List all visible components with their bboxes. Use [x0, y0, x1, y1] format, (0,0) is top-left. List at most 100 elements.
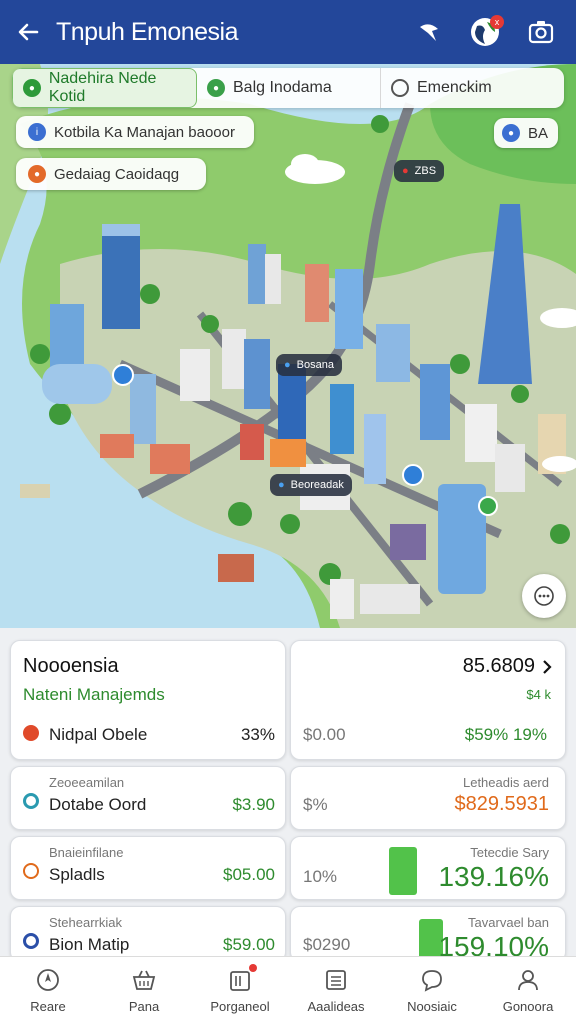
filter-chip-2[interactable]: ● Balg Inodama	[197, 68, 381, 108]
item-value: 139.16%	[438, 861, 549, 892]
map-pin-blue[interactable]	[402, 464, 424, 486]
list-icon	[326, 970, 346, 990]
compass-icon	[37, 969, 59, 991]
map-pin-green[interactable]	[478, 496, 498, 516]
nav-item-porganeol[interactable]: Porganeol	[192, 957, 288, 1024]
filter-chip-3[interactable]: Emenckim	[381, 68, 564, 108]
list-card-3[interactable]: Bnaieinfilane Spladls $05.00	[10, 836, 286, 900]
info-pill-2[interactable]: ● Gedaiag Caoidaqg	[16, 158, 206, 190]
list-card-2[interactable]: $% Letheadis aerd $829.5931	[290, 766, 566, 830]
marker-icon: ●	[284, 359, 291, 371]
leaf-icon: ●	[23, 79, 41, 97]
circle-icon	[391, 79, 409, 97]
basket-icon	[132, 970, 156, 990]
filter-chip-label: Emenckim	[417, 79, 492, 96]
list-card-6[interactable]: $0290 Tavarvael ban 159.10%	[290, 906, 566, 962]
item-value: $05.00	[223, 865, 275, 884]
filter-chip-label: Balg Inodama	[233, 79, 332, 96]
status-icon	[23, 793, 39, 809]
more-icon	[534, 586, 554, 606]
page-title: Tnpuh Emonesia	[56, 17, 239, 46]
settings-camera-button[interactable]	[524, 15, 558, 49]
item-label: Spladls	[49, 865, 105, 884]
map-illustration	[0, 64, 576, 628]
item-caption: Letheadis aerd	[462, 775, 549, 790]
item-caption: Stehearrkiak	[49, 915, 122, 930]
chevron-right-icon	[543, 660, 552, 674]
map-filter-bar: ● Nadehira Nede Kotid ● Balg Inodama Eme…	[12, 68, 564, 108]
back-arrow-icon	[18, 23, 39, 41]
notification-badge: x	[490, 15, 504, 29]
nav-item-aaalideas[interactable]: Aaalideas	[288, 957, 384, 1024]
nav-label: Gonoora	[502, 999, 554, 1014]
map-marker-top[interactable]: ● ZBS	[394, 160, 445, 182]
map-options-button[interactable]	[522, 574, 566, 618]
info-icon: i	[28, 123, 46, 141]
list-card-5[interactable]: Stehearrkiak Bion Matip $59.00	[10, 906, 286, 962]
nav-label: Noosiaic	[407, 999, 457, 1014]
map-marker-lower[interactable]: ● Beoreadak	[270, 474, 352, 496]
balance-value: 85.6809	[462, 655, 535, 677]
nav-label: Reare	[30, 999, 66, 1014]
filter-chip-label: Nadehira Nede Kotid	[48, 70, 157, 105]
nav-label: Pana	[128, 999, 160, 1014]
status-icon	[23, 863, 39, 879]
balance-sub: $4 k	[526, 687, 551, 702]
nav-item-pana[interactable]: Pana	[96, 957, 192, 1024]
city-map[interactable]: ● Nadehira Nede Kotid ● Balg Inodama Eme…	[0, 64, 576, 628]
summary-panel: Noooensia Nateni Manajemds Nidpal Obele …	[0, 628, 576, 962]
item-value: $59.00	[223, 935, 275, 954]
item-caption: Tetecdie Sary	[470, 845, 549, 860]
item-left: $%	[303, 795, 328, 814]
notification-dot	[249, 964, 257, 972]
list-card-1[interactable]: Zeoeeamilan Dotabe Oord $3.90	[10, 766, 286, 830]
item-caption: Zeoeeamilan	[49, 775, 125, 790]
nav-label: Aaalideas	[307, 999, 365, 1014]
marker-icon: ●	[402, 165, 409, 177]
nav-item-noosiaic[interactable]: Noosiaic	[384, 957, 480, 1024]
filter-chip-1[interactable]: ● Nadehira Nede Kotid	[12, 68, 197, 108]
marker-icon: ●	[278, 479, 285, 491]
globe-button[interactable]: x	[468, 15, 504, 49]
nav-label: Porganeol	[210, 999, 270, 1014]
bottom-navigation: Reare Pana Porganeol Aaalideas Noosiaic …	[0, 956, 576, 1024]
item-label: Dotabe Oord	[49, 795, 147, 814]
info-pill-label: Kotbila Ka Manajan baooor	[54, 123, 235, 141]
settings-camera-icon	[528, 21, 554, 44]
location-pin-icon	[23, 725, 39, 741]
layers-icon: ●	[502, 124, 520, 142]
search-location-button[interactable]	[412, 15, 446, 49]
layer-toggle[interactable]: ● BA	[494, 118, 558, 148]
balance-card[interactable]: 85.6809 $4 k $0.00 $59% 19%	[290, 640, 566, 760]
location-pin-icon: ●	[28, 165, 46, 183]
search-location-icon	[420, 24, 438, 41]
layer-toggle-label: BA	[528, 124, 549, 142]
overview-card[interactable]: Noooensia Nateni Manajemds Nidpal Obele …	[10, 640, 286, 760]
marker-label: Bosana	[296, 359, 334, 371]
calendar-icon-wrap	[227, 964, 257, 993]
item-left: 10%	[303, 867, 338, 886]
nav-item-gonoora[interactable]: Gonoora	[480, 957, 576, 1024]
status-icon	[23, 933, 39, 949]
item-caption: Tavarvael ban	[468, 915, 549, 930]
item-label: Bion Matip	[49, 935, 130, 954]
map-marker-center[interactable]: ● Bosana	[276, 354, 342, 376]
person-icon	[518, 970, 538, 991]
map-pin-blue[interactable]	[112, 364, 134, 386]
left-value: $0.00	[303, 725, 346, 744]
item-value: $3.90	[232, 795, 275, 814]
nav-item-reare[interactable]: Reare	[0, 957, 96, 1024]
item-left: $0290	[303, 935, 351, 954]
progress-bar	[389, 847, 417, 895]
row-value: 33%	[240, 725, 275, 744]
list-card-4[interactable]: 10% Tetecdie Sary 139.16%	[290, 836, 566, 900]
marker-label: ZBS	[414, 165, 437, 177]
marker-label: Beoreadak	[290, 479, 344, 491]
back-button[interactable]	[0, 0, 56, 64]
card-title: Noooensia	[23, 655, 119, 677]
item-caption: Bnaieinfilane	[49, 845, 124, 860]
right-value: $59% 19%	[464, 725, 547, 744]
info-pill-1[interactable]: i Kotbila Ka Manajan baooor	[16, 116, 254, 148]
info-pill-label: Gedaiag Caoidaqg	[54, 165, 180, 183]
leaf-icon: ●	[207, 79, 225, 97]
